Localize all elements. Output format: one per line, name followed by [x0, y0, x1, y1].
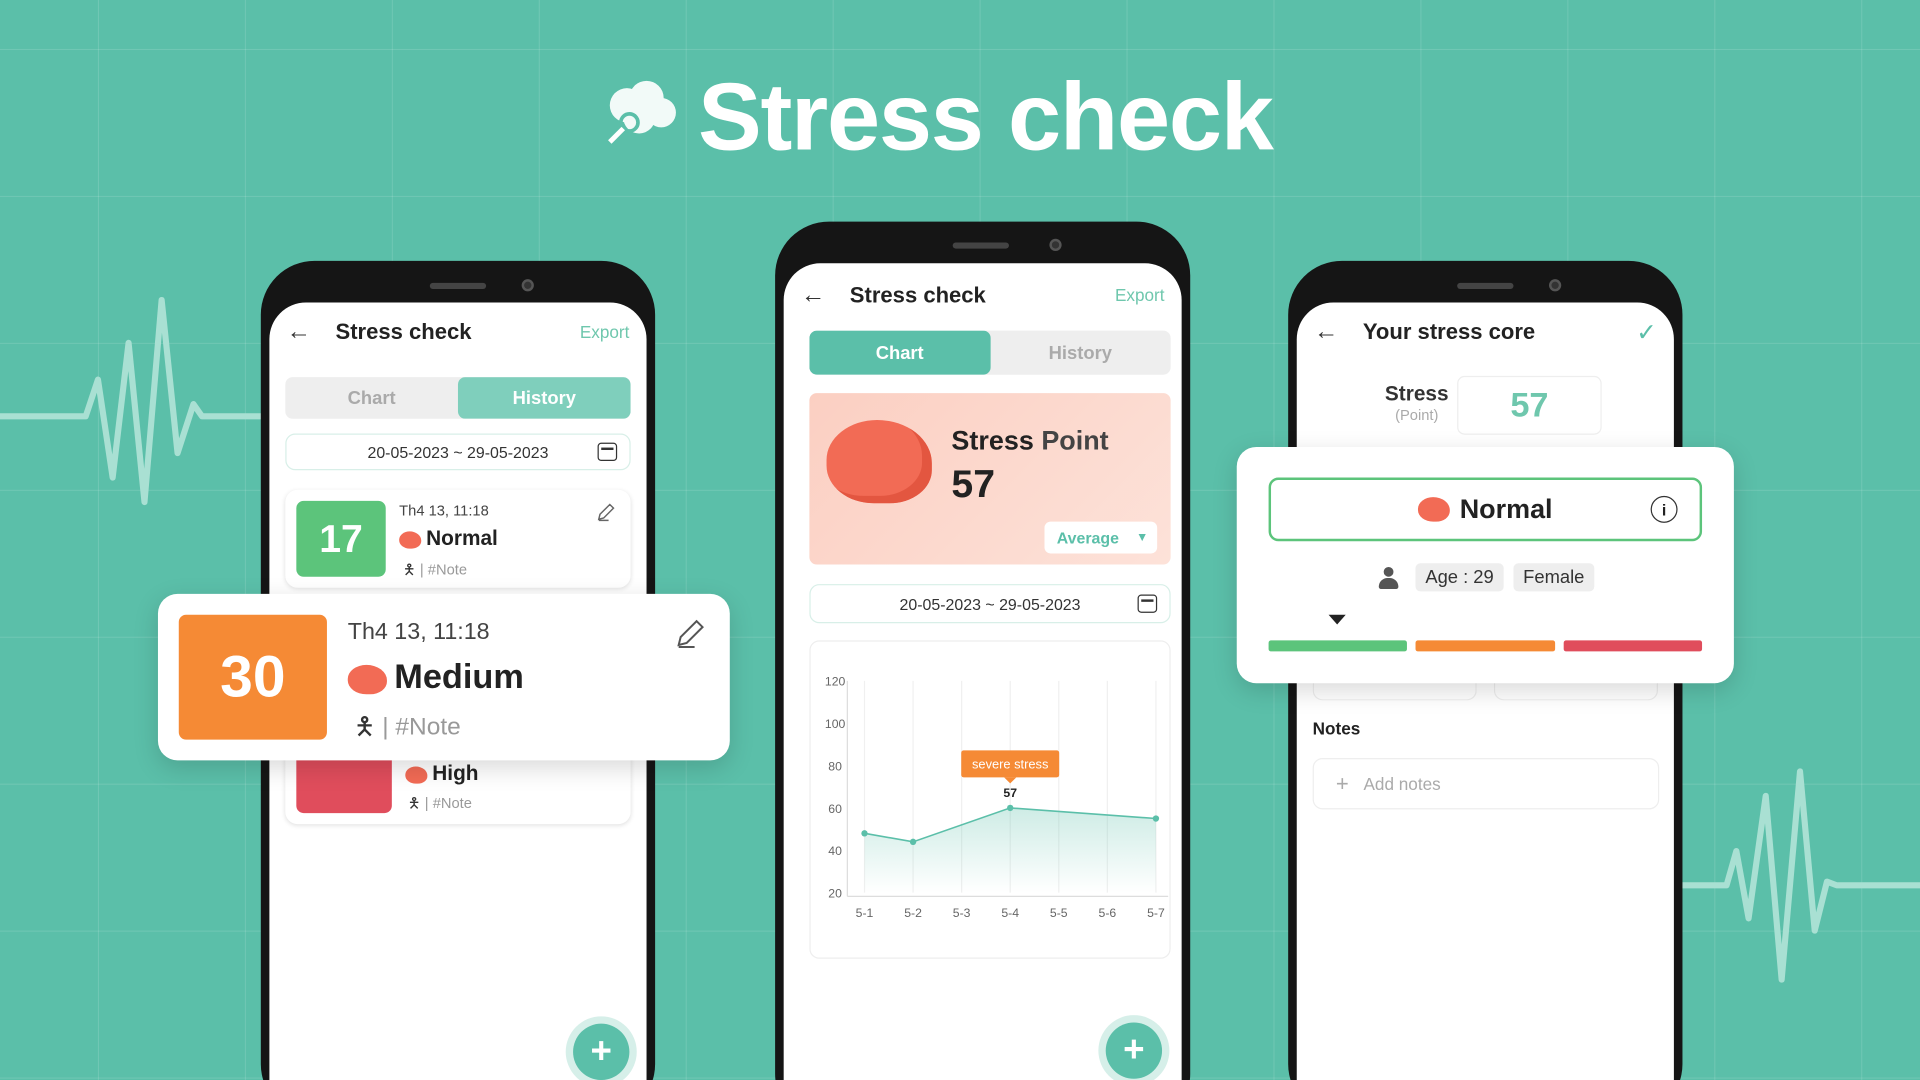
- stress-line-chart: 5-1 5-2 5-3 5-4 5-5 5-6 5-7 20 40 60 80 100 120 sever…: [825, 675, 1169, 920]
- history-entry[interactable]: 17 Th4 13, 11:18 Normal 🯅 | #Note: [285, 489, 631, 588]
- data-point: [861, 830, 868, 837]
- stress-label: Stress: [1384, 382, 1449, 406]
- entry-level: Normal: [426, 526, 498, 550]
- date-range-picker[interactable]: 20-05-2023 ~ 29-05-2023: [809, 584, 1171, 624]
- stress-label: Stress: [951, 424, 1034, 456]
- screen-title: Stress check: [849, 282, 986, 307]
- age-badge: Age : 29: [1415, 563, 1504, 592]
- entry-note: #Note: [432, 794, 472, 812]
- screen-title: Your stress core: [1362, 318, 1536, 344]
- dropdown-value: Average: [1056, 528, 1119, 547]
- annotation-text: severe stress: [972, 757, 1048, 772]
- add-notes-field[interactable]: + Add notes: [1312, 757, 1660, 810]
- middle-phone: ← Stress check Export Chart History Stre…: [775, 221, 1191, 1080]
- y-tick-label: 60: [828, 802, 842, 816]
- annotation-value: 57: [1003, 786, 1017, 800]
- banner-title: Stress check: [697, 62, 1274, 171]
- chevron-down-icon: ▼: [1136, 530, 1149, 545]
- x-tick-label: 5-6: [1099, 906, 1117, 920]
- entry-time: Th4 13, 11:18: [399, 502, 489, 520]
- x-tick-label: 5-1: [856, 906, 874, 920]
- date-range-text: 20-05-2023 ~ 29-05-2023: [899, 594, 1081, 613]
- annotation-pointer: [1004, 777, 1017, 784]
- y-tick-label: 20: [828, 887, 842, 901]
- x-tick-label: 5-2: [904, 906, 922, 920]
- stress-unit: (Point): [1395, 406, 1439, 424]
- back-arrow-icon[interactable]: ←: [1314, 318, 1363, 346]
- point-label: Point: [1041, 424, 1109, 456]
- brain-illustration-icon: [826, 420, 932, 504]
- y-tick-label: 40: [828, 844, 842, 858]
- brain-icon: [399, 530, 422, 548]
- score-badge: 30: [178, 614, 327, 740]
- calendar-icon[interactable]: [597, 442, 618, 462]
- user-icon: [1378, 566, 1399, 589]
- tab-chart[interactable]: Chart: [285, 377, 458, 419]
- tab-bar: Chart History: [809, 330, 1171, 375]
- back-arrow-icon[interactable]: ←: [801, 281, 850, 309]
- stress-chart-card: 5-1 5-2 5-3 5-4 5-5 5-6 5-7 20 40 60 80 100 120 sever…: [809, 640, 1171, 959]
- y-tick-label: 100: [825, 717, 846, 731]
- tab-history[interactable]: History: [990, 331, 1171, 375]
- heartbeat-line-right: [1677, 768, 1920, 983]
- add-entry-button[interactable]: +: [573, 1023, 630, 1080]
- tab-bar: Chart History: [285, 377, 631, 419]
- person-icon: 🯅: [407, 794, 421, 812]
- x-tick-label: 5-5: [1050, 906, 1068, 920]
- floating-history-entry[interactable]: 30 Th4 13, 11:18 Medium 🯅 | #Note: [157, 593, 730, 761]
- screen-title: Stress check: [335, 318, 472, 344]
- data-point: [1007, 804, 1014, 812]
- date-range-text: 20-05-2023 ~ 29-05-2023: [367, 442, 549, 462]
- stress-level: Normal: [1459, 493, 1553, 525]
- x-tick-label: 5-3: [953, 906, 971, 920]
- stress-level-box: Normal i: [1268, 477, 1703, 542]
- edit-pencil-icon[interactable]: [675, 617, 707, 649]
- entry-level: Medium: [394, 657, 524, 696]
- data-point: [1152, 815, 1160, 822]
- y-tick-label: 80: [828, 759, 842, 773]
- tab-chart[interactable]: Chart: [809, 330, 991, 375]
- add-entry-button[interactable]: +: [1105, 1022, 1163, 1079]
- entry-time: Th4 13, 11:18: [347, 619, 490, 646]
- x-tick-label: 5-4: [1001, 906, 1019, 920]
- x-tick-label: 5-7: [1147, 906, 1165, 920]
- average-dropdown[interactable]: Average ▼: [1044, 521, 1158, 554]
- info-icon[interactable]: i: [1650, 495, 1678, 523]
- edit-pencil-icon[interactable]: [596, 502, 616, 522]
- stress-point-card: Stress Point 57 Average ▼: [809, 393, 1171, 565]
- calendar-icon[interactable]: [1137, 594, 1158, 613]
- brain-icon: [405, 765, 428, 784]
- gender-badge: Female: [1513, 563, 1595, 592]
- confirm-check-icon[interactable]: ✓: [1636, 317, 1657, 348]
- person-icon: 🯅: [353, 713, 376, 741]
- promo-banner: Stress check ← Stress check Export Chart…: [0, 0, 1920, 1080]
- add-notes-placeholder: Add notes: [1363, 773, 1441, 794]
- y-tick-label: 120: [825, 675, 846, 689]
- plus-icon: +: [1335, 770, 1349, 796]
- export-button[interactable]: Export: [580, 322, 630, 342]
- score-badge: 17: [296, 500, 386, 577]
- entry-level: High: [432, 761, 479, 785]
- scale-segment-low: [1268, 640, 1407, 652]
- floating-stress-result: Normal i Age : 29 Female: [1236, 446, 1734, 684]
- level-marker-icon: [1328, 614, 1346, 625]
- area-fill: [864, 807, 1156, 893]
- brain-icon: [1418, 497, 1450, 522]
- entry-note: #Note: [427, 560, 468, 578]
- brain-logo-icon: [602, 78, 680, 149]
- stress-point-value: 57: [951, 461, 996, 506]
- scale-segment-high: [1563, 640, 1703, 652]
- back-arrow-icon[interactable]: ←: [287, 318, 336, 346]
- person-icon: 🯅: [402, 560, 416, 578]
- heartbeat-line-left: [0, 296, 270, 506]
- date-range-picker[interactable]: 20-05-2023 ~ 29-05-2023: [285, 433, 631, 471]
- notes-title: Notes: [1312, 718, 1361, 739]
- tab-history[interactable]: History: [457, 377, 631, 419]
- entry-note: #Note: [395, 713, 461, 741]
- brain-icon: [347, 664, 387, 694]
- stress-value-field[interactable]: 57: [1457, 375, 1602, 435]
- scale-segment-medium: [1415, 640, 1556, 652]
- data-point: [909, 838, 917, 846]
- export-button[interactable]: Export: [1115, 285, 1165, 305]
